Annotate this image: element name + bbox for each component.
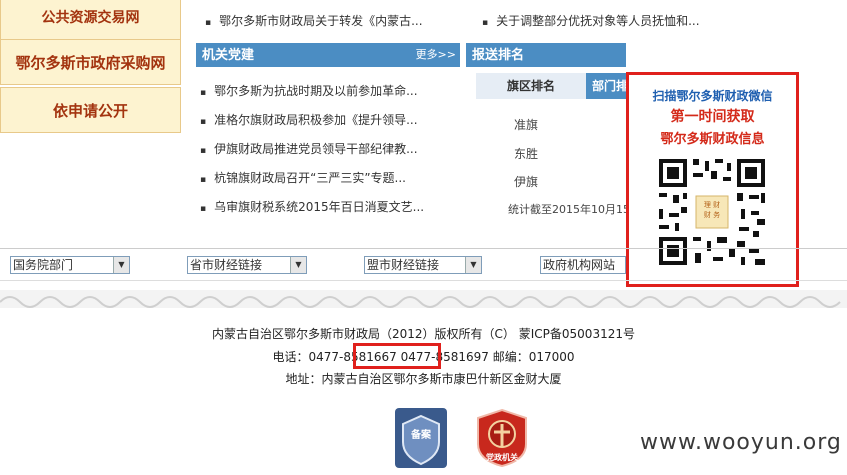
ranking-section-header: 报送排名	[466, 43, 626, 67]
cloud-pattern-graphic	[0, 290, 847, 308]
links-bar-divider	[0, 248, 847, 249]
select-league-city-finance-links[interactable]: 盟市财经链接 ▼	[364, 256, 482, 274]
select-value: 省市财经链接	[190, 258, 263, 272]
select-state-council-depts[interactable]: 国务院部门 ▼	[10, 256, 130, 274]
select-value: 盟市财经链接	[367, 258, 440, 272]
tab-label: 部门排	[591, 79, 628, 93]
ranking-item: 东胜	[514, 147, 539, 161]
decorative-band	[0, 290, 847, 308]
ranking-item: 准旗	[514, 118, 539, 132]
qr-line2: 第一时间获取	[670, 109, 755, 125]
chevron-down-icon: ▼	[465, 257, 481, 273]
top-news-left[interactable]: ▪ 鄂尔多斯市财政局关于转发《内蒙古...	[205, 12, 423, 29]
party-news-item[interactable]: 伊旗财政局推进党员领导干部纪律教...	[200, 135, 424, 164]
footer-copyright: 内蒙古自治区鄂尔多斯市财政局（2012）版权所有（C） 蒙ICP备0500312…	[212, 327, 635, 341]
ranking-item: 伊旗	[514, 175, 539, 189]
filing-badge-icon[interactable]: 备案	[395, 408, 447, 468]
party-section-title: 机关党建	[202, 48, 255, 63]
party-news-text: 鄂尔多斯为抗战时期及以前参加革命...	[214, 84, 418, 98]
party-news-item[interactable]: 乌审旗财税系统2015年百日消夏文艺...	[200, 193, 424, 222]
phone-highlight-box	[353, 343, 441, 369]
top-news-left-text: 鄂尔多斯市财政局关于转发《内蒙古...	[219, 14, 423, 28]
party-news-list: 鄂尔多斯为抗战时期及以前参加革命... 准格尔旗财政局积极参加《提升领导... …	[200, 77, 424, 222]
watermark: www.wooyun.org	[640, 430, 842, 455]
party-news-text: 杭锦旗财政局召开“三严三实”专题...	[214, 171, 406, 185]
tab-label: 旗区排名	[506, 79, 555, 93]
chevron-down-icon: ▼	[113, 257, 129, 273]
qr-code[interactable]: 理 财 财 务	[653, 153, 771, 271]
chevron-down-icon: ▼	[290, 257, 306, 273]
address-label: 地址：	[285, 372, 322, 386]
address-value: 内蒙古自治区鄂尔多斯市康巴什新区金财大厦	[321, 372, 562, 386]
nav-label: 鄂尔多斯市政府采购网	[15, 54, 166, 72]
select-value: 政府机构网站	[543, 258, 616, 272]
party-news-item[interactable]: 杭锦旗财政局召开“三严三实”专题...	[200, 164, 424, 193]
top-news-right-text: 关于调整部分优抚对象等人员抚恤和...	[496, 14, 700, 28]
links-bar-divider-bottom	[0, 280, 847, 281]
postcode: 017000	[528, 350, 575, 364]
select-provincial-finance-links[interactable]: 省市财经链接 ▼	[187, 256, 307, 274]
select-government-sites[interactable]: 政府机构网站	[540, 256, 626, 274]
nav-apply-disclosure[interactable]: 依申请公开	[0, 87, 181, 133]
party-news-text: 乌审旗财税系统2015年百日消夏文艺...	[214, 200, 425, 214]
ranking-section-title: 报送排名	[472, 48, 525, 63]
party-government-badge-icon[interactable]: 党政机关	[474, 408, 530, 468]
top-news-right[interactable]: ▪ 关于调整部分优抚对象等人员抚恤和...	[482, 12, 700, 29]
party-government-badge-label: 党政机关	[486, 453, 518, 462]
party-section-header: 机关党建 更多>>	[196, 43, 460, 67]
tab-department-ranking[interactable]: 部门排	[586, 73, 628, 99]
nav-public-resource-trading[interactable]: 公共资源交易网	[0, 0, 181, 40]
ranking-note: 统计截至2015年10月15日	[508, 203, 641, 216]
footer-address: 地址：内蒙古自治区鄂尔多斯市康巴什新区金财大厦	[0, 370, 847, 387]
party-news-item[interactable]: 鄂尔多斯为抗战时期及以前参加革命...	[200, 77, 424, 106]
qr-line1: 扫描鄂尔多斯财政微信	[652, 89, 773, 103]
qr-line3: 鄂尔多斯财政信息	[660, 132, 765, 147]
filing-badge-label: 备案	[411, 430, 431, 441]
party-news-text: 伊旗财政局推进党员领导干部纪律教...	[214, 142, 418, 156]
qr-center-logo: 理 财 财 务	[703, 201, 721, 219]
nav-label: 依申请公开	[52, 102, 128, 120]
party-news-text: 准格尔旗财政局积极参加《提升领导...	[214, 113, 418, 127]
party-news-item[interactable]: 准格尔旗财政局积极参加《提升领导...	[200, 106, 424, 135]
tab-district-ranking[interactable]: 旗区排名	[476, 73, 586, 99]
nav-government-procurement[interactable]: 鄂尔多斯市政府采购网	[0, 39, 181, 85]
phone-label: 电话：	[272, 350, 309, 364]
select-value: 国务院部门	[13, 258, 74, 272]
nav-label: 公共资源交易网	[41, 10, 140, 26]
qr-popup: 扫描鄂尔多斯财政微信 第一时间获取 鄂尔多斯财政信息 理 财 财 务	[626, 72, 799, 287]
postcode-label: 邮编：	[492, 350, 529, 364]
party-more-link[interactable]: 更多>>	[416, 43, 456, 67]
